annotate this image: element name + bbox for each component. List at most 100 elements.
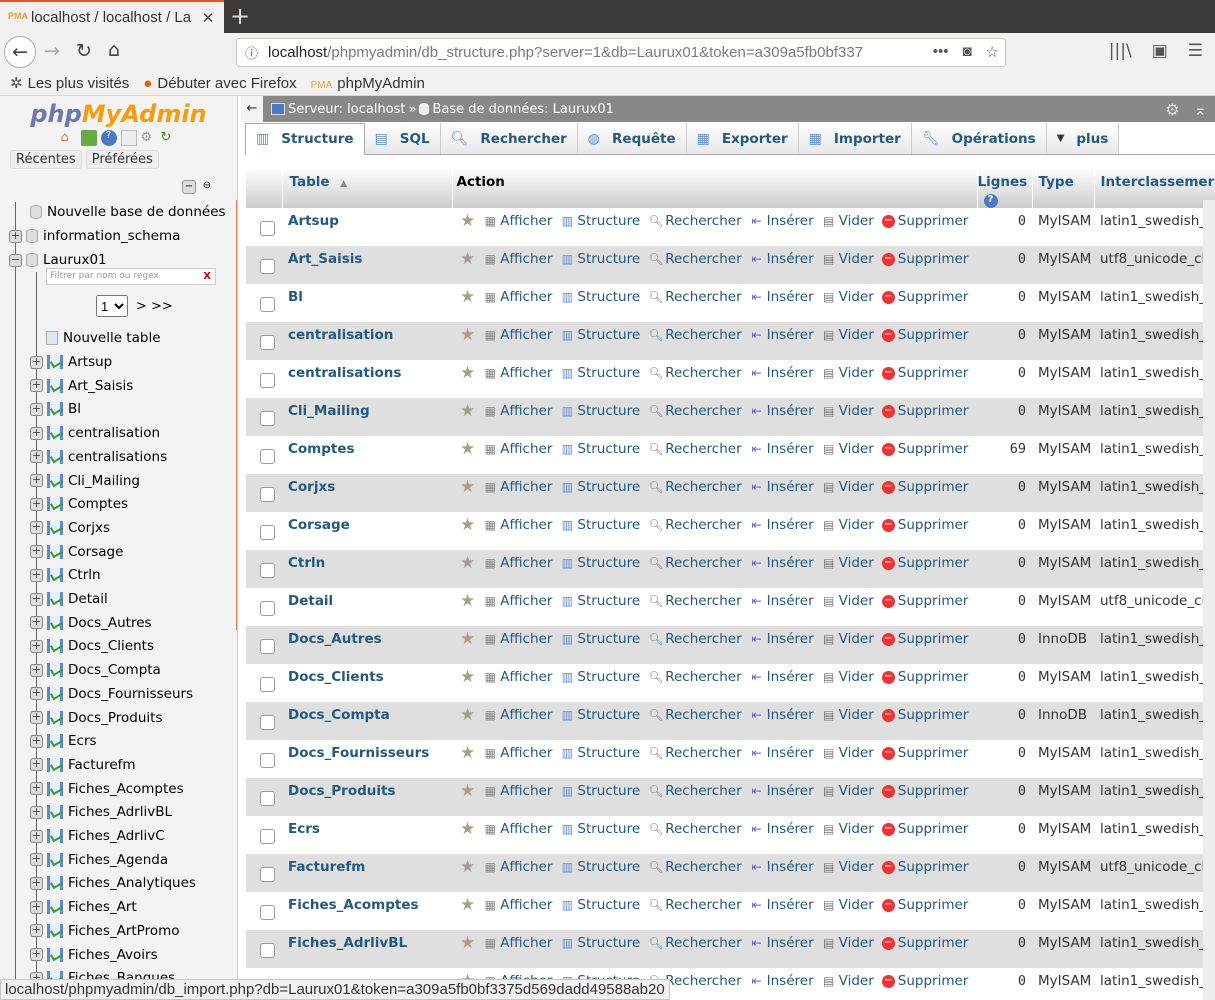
expand-icon[interactable]: +: [30, 426, 43, 440]
table-name-link[interactable]: Fiches_Acomptes: [282, 892, 452, 930]
main-scrollbar-track[interactable]: [1203, 200, 1215, 1000]
expand-icon[interactable]: +: [30, 876, 43, 890]
action-inserer[interactable]: ⇤ Insérer: [750, 783, 814, 799]
favorite-star-icon[interactable]: ★: [460, 441, 475, 458]
table-name-link[interactable]: Docs_Autres: [282, 626, 452, 664]
nav-table-item[interactable]: + Docs_Clients: [30, 635, 154, 657]
expand-icon[interactable]: +: [30, 402, 43, 416]
action-rechercher[interactable]: 🔍︎Rechercher: [648, 555, 741, 571]
row-checkbox[interactable]: [260, 373, 275, 388]
db-information-schema[interactable]: + information_schema: [9, 225, 180, 247]
action-inserer[interactable]: ⇤ Insérer: [750, 973, 814, 989]
row-checkbox[interactable]: [260, 449, 275, 464]
expand-icon[interactable]: +: [30, 355, 43, 369]
action-rechercher[interactable]: 🔍︎Rechercher: [648, 707, 741, 723]
action-structure[interactable]: ▥Structure: [560, 897, 640, 913]
action-inserer[interactable]: ⇤ Insérer: [750, 745, 814, 761]
tab-structure[interactable]: ▥ Structure: [245, 123, 365, 155]
action-inserer[interactable]: ⇤ Insérer: [750, 327, 814, 343]
table-name-link[interactable]: centralisations: [282, 360, 452, 398]
action-supprimer[interactable]: − Supprimer: [881, 897, 968, 913]
expand-icon[interactable]: +: [30, 545, 43, 559]
expand-icon[interactable]: +: [30, 853, 43, 867]
tab-plus[interactable]: ▼ plus: [1046, 123, 1120, 154]
row-checkbox[interactable]: [260, 829, 275, 844]
expand-icon[interactable]: +: [30, 616, 43, 630]
expand-icon[interactable]: +: [30, 497, 43, 511]
action-inserer[interactable]: ⇤ Insérer: [750, 859, 814, 875]
favorite-star-icon[interactable]: ★: [460, 593, 475, 610]
tab-requte[interactable]: ◍ Requête: [577, 123, 687, 154]
action-structure[interactable]: ▥Structure: [560, 251, 640, 267]
favorite-star-icon[interactable]: ★: [460, 821, 475, 838]
expand-icon[interactable]: +: [30, 711, 43, 724]
action-rechercher[interactable]: 🔍︎Rechercher: [648, 327, 741, 343]
nav-table-item[interactable]: + Fiches_Analytiques: [30, 872, 196, 894]
nav-scrollbar[interactable]: [236, 200, 237, 630]
expand-icon[interactable]: +: [30, 687, 43, 701]
action-vider[interactable]: ▤ Vider: [822, 213, 874, 229]
favorite-star-icon[interactable]: ★: [460, 631, 475, 648]
nav-table-item[interactable]: + Fiches_ArtPromo: [30, 920, 180, 942]
page-actions-icon[interactable]: •••: [933, 43, 949, 61]
action-rechercher[interactable]: 🔍︎Rechercher: [648, 213, 741, 229]
breadcrumb-server[interactable]: Serveur: localhost: [288, 102, 406, 117]
sidebar-toggle-icon[interactable]: ▣: [1152, 41, 1168, 61]
action-supprimer[interactable]: − Supprimer: [881, 479, 968, 495]
row-checkbox[interactable]: [260, 411, 275, 426]
action-inserer[interactable]: ⇤ Insérer: [750, 365, 814, 381]
favorite-tables-button[interactable]: Préférées: [85, 150, 159, 169]
action-supprimer[interactable]: − Supprimer: [881, 403, 968, 419]
action-supprimer[interactable]: − Supprimer: [881, 289, 968, 305]
action-vider[interactable]: ▤ Vider: [822, 745, 874, 761]
action-inserer[interactable]: ⇤ Insérer: [750, 935, 814, 951]
next-page-link[interactable]: > >>: [136, 299, 173, 314]
action-afficher[interactable]: ▦Afficher: [483, 593, 553, 609]
nav-table-item[interactable]: + Art_Saisis: [30, 375, 133, 397]
action-rechercher[interactable]: 🔍︎Rechercher: [648, 403, 741, 419]
action-afficher[interactable]: ▦Afficher: [483, 327, 553, 343]
action-inserer[interactable]: ⇤ Insérer: [750, 707, 814, 723]
expand-icon[interactable]: +: [30, 379, 43, 393]
nav-table-item[interactable]: + Docs_Autres: [30, 612, 152, 634]
favorite-star-icon[interactable]: ★: [460, 251, 475, 268]
action-afficher[interactable]: ▦Afficher: [483, 365, 553, 381]
action-afficher[interactable]: ▦Afficher: [483, 403, 553, 419]
action-rechercher[interactable]: 🔍︎Rechercher: [648, 935, 741, 951]
row-checkbox[interactable]: [260, 259, 275, 274]
expand-icon[interactable]: +: [30, 948, 43, 961]
row-checkbox[interactable]: [260, 943, 275, 958]
favorite-star-icon[interactable]: ★: [460, 327, 475, 344]
table-name-link[interactable]: Bl: [282, 284, 452, 322]
action-inserer[interactable]: ⇤ Insérer: [750, 631, 814, 647]
clear-filter-icon[interactable]: X: [203, 269, 211, 284]
nav-table-item[interactable]: + Cli_Mailing: [30, 470, 140, 492]
help-icon[interactable]: ?: [983, 194, 998, 208]
tab-rechercher[interactable]: 🔍︎ Rechercher: [440, 123, 578, 154]
table-name-link[interactable]: Facturefm: [282, 854, 452, 892]
table-name-link[interactable]: Ctrln: [282, 550, 452, 588]
nav-table-item[interactable]: + Docs_Fournisseurs: [30, 683, 193, 705]
table-name-link[interactable]: centralisation: [282, 322, 452, 360]
action-rechercher[interactable]: 🔍︎Rechercher: [648, 859, 741, 875]
action-vider[interactable]: ▤ Vider: [822, 289, 874, 305]
row-checkbox[interactable]: [260, 601, 275, 616]
action-afficher[interactable]: ▦Afficher: [483, 441, 553, 457]
action-supprimer[interactable]: − Supprimer: [881, 365, 968, 381]
action-supprimer[interactable]: − Supprimer: [881, 821, 968, 837]
action-supprimer[interactable]: − Supprimer: [881, 251, 968, 267]
row-checkbox[interactable]: [260, 905, 275, 920]
action-structure[interactable]: ▥Structure: [560, 327, 640, 343]
action-structure[interactable]: ▥Structure: [560, 935, 640, 951]
action-rechercher[interactable]: 🔍︎Rechercher: [648, 897, 741, 913]
action-rechercher[interactable]: 🔍︎Rechercher: [648, 479, 741, 495]
new-database-link[interactable]: Nouvelle base de données: [30, 201, 226, 223]
settings-gear-icon[interactable]: ⚙: [1165, 100, 1179, 119]
action-vider[interactable]: ▤ Vider: [822, 783, 874, 799]
forward-button[interactable]: →: [44, 40, 60, 62]
action-rechercher[interactable]: 🔍︎Rechercher: [648, 517, 741, 533]
action-inserer[interactable]: ⇤ Insérer: [750, 479, 814, 495]
action-structure[interactable]: ▥Structure: [560, 403, 640, 419]
action-vider[interactable]: ▤ Vider: [822, 631, 874, 647]
action-rechercher[interactable]: 🔍︎Rechercher: [648, 669, 741, 685]
